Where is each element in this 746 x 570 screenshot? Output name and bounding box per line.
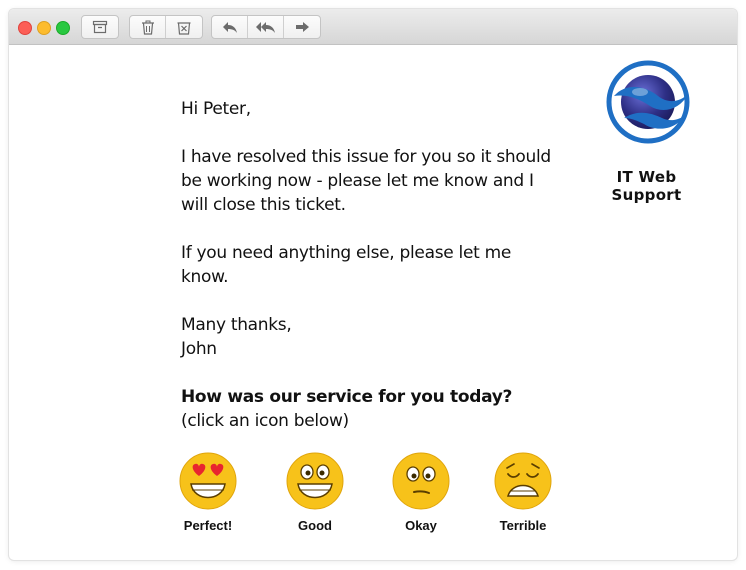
weary-emoji-icon[interactable] <box>494 452 552 510</box>
junk-button[interactable] <box>166 16 202 38</box>
email-window: Hi Peter, I have resolved this issue for… <box>9 9 737 560</box>
forward-icon <box>296 22 309 32</box>
trash-button[interactable] <box>130 16 166 38</box>
rating-label-terrible: Terrible <box>499 518 547 533</box>
email-text: Hi Peter, I have resolved this issue for… <box>181 97 561 457</box>
reply-all-icon <box>255 22 275 33</box>
rating-terrible[interactable]: Terrible <box>483 452 563 533</box>
rating-good[interactable]: Good <box>275 452 355 533</box>
resolution-paragraph: I have resolved this issue for you so it… <box>181 147 551 215</box>
rating-label-okay: Okay <box>405 518 437 533</box>
greeting: Hi Peter, <box>181 99 251 119</box>
neutral-emoji-icon[interactable] <box>392 452 450 510</box>
logo-text: IT Web Support <box>611 168 682 204</box>
rating-okay[interactable]: Okay <box>381 452 461 533</box>
rating-perfect[interactable]: Perfect! <box>168 452 248 533</box>
heart-eyes-emoji-icon[interactable] <box>179 452 237 510</box>
forward-button[interactable] <box>284 16 320 38</box>
reply-button[interactable] <box>212 16 248 38</box>
archive-icon <box>92 20 108 34</box>
closing: Many thanks, <box>181 315 292 335</box>
junk-icon <box>177 21 191 35</box>
window-close-button[interactable] <box>18 21 32 35</box>
reply-icon <box>222 22 237 33</box>
grinning-emoji-icon[interactable] <box>286 452 344 510</box>
window-minimize-button[interactable] <box>37 21 51 35</box>
archive-button[interactable] <box>82 16 118 38</box>
rating-label-perfect: Perfect! <box>183 518 233 533</box>
survey-prompt: How was our service for you today? (clic… <box>181 385 561 433</box>
trash-icon <box>141 20 154 35</box>
reply-all-button[interactable] <box>248 16 284 38</box>
followup-paragraph: If you need anything else, please let me… <box>181 243 512 287</box>
rating-label-good: Good <box>298 518 332 533</box>
delete-group <box>129 15 203 39</box>
sign-off: Many thanks, John <box>181 313 561 361</box>
reply-group <box>211 15 321 39</box>
company-logo: IT Web Support <box>579 60 737 204</box>
window-zoom-button[interactable] <box>56 21 70 35</box>
archive-group <box>81 15 119 39</box>
survey-instruction: (click an icon below) <box>181 411 349 431</box>
signature: John <box>181 339 217 359</box>
window-toolbar <box>9 9 737 45</box>
survey-question: How was our service for you today? <box>181 387 513 407</box>
message-body: Hi Peter, I have resolved this issue for… <box>9 45 737 560</box>
globe-logo-icon <box>606 60 690 144</box>
